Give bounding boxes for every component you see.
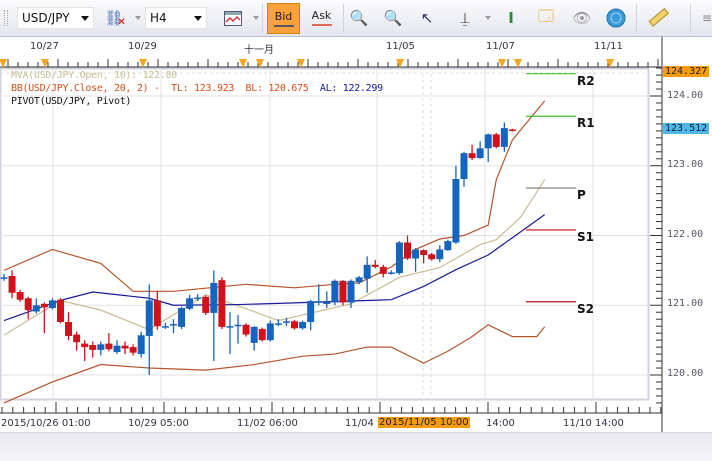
candle-body bbox=[428, 254, 436, 260]
candle-body bbox=[32, 305, 40, 312]
candle-body bbox=[73, 334, 81, 343]
candle-body bbox=[242, 324, 250, 335]
x-tick-label: 2015/10/26 01:00 bbox=[1, 418, 91, 429]
top-axis-label: 十一月 bbox=[244, 45, 274, 56]
candle-body bbox=[218, 280, 226, 327]
candle-body bbox=[387, 272, 395, 274]
x-tick-label: 11/10 14:00 bbox=[563, 418, 624, 429]
candle-body bbox=[395, 242, 403, 274]
candle-body bbox=[8, 275, 16, 293]
candle-body bbox=[161, 326, 169, 328]
top-axis-label: 11/07 bbox=[486, 41, 515, 52]
candle-body bbox=[508, 129, 516, 131]
candle-body bbox=[266, 323, 274, 341]
candle-body bbox=[452, 179, 460, 243]
top-axis-label: 10/27 bbox=[30, 41, 59, 52]
y-tick-label: 120.00 bbox=[667, 368, 704, 379]
candle-body bbox=[16, 291, 24, 300]
y-tick-label: 123.00 bbox=[667, 159, 704, 170]
status-bar bbox=[0, 432, 712, 461]
candle-body bbox=[347, 280, 355, 303]
pivot-label-p: P bbox=[577, 188, 586, 202]
candle-body bbox=[339, 280, 347, 303]
bb-legend: BB(USD/JPY.Close, 20, 2) - TL: 123.923 B… bbox=[11, 83, 383, 94]
candle-body bbox=[226, 326, 234, 328]
candle-body bbox=[65, 321, 73, 336]
candle-body bbox=[315, 301, 323, 303]
candle-body bbox=[129, 347, 137, 353]
candle-body bbox=[436, 249, 444, 260]
x-tick-label: 11/02 06:00 bbox=[237, 418, 298, 429]
high-price-marker: 124.327 bbox=[663, 66, 710, 77]
candle-body bbox=[420, 250, 428, 256]
candle-body bbox=[81, 343, 89, 348]
candle-body bbox=[468, 153, 476, 159]
candle-body bbox=[250, 326, 258, 343]
candle-body bbox=[97, 344, 105, 350]
pivot-label-r1: R1 bbox=[577, 116, 595, 130]
candle-body bbox=[444, 241, 452, 251]
candle-body bbox=[137, 335, 145, 355]
candle-body bbox=[113, 345, 121, 352]
current-price-marker: 123.512 bbox=[663, 123, 710, 134]
candle-body bbox=[210, 282, 218, 313]
candle-body bbox=[379, 266, 387, 274]
mva-legend: MVA(USD/JPY.Open, 10): 122.80 bbox=[11, 70, 177, 81]
candle-body bbox=[0, 277, 8, 279]
candle-body bbox=[355, 277, 363, 283]
candle-body bbox=[274, 323, 282, 325]
pivot-label-s2: S2 bbox=[577, 302, 594, 316]
candle-body bbox=[48, 300, 56, 309]
y-tick-label: 121.00 bbox=[667, 298, 704, 309]
top-axis-label: 10/29 bbox=[128, 41, 157, 52]
x-tick-label: 11/04 bbox=[345, 418, 374, 429]
x-tick-label: 10/29 05:00 bbox=[128, 418, 189, 429]
candle-body bbox=[121, 345, 129, 349]
candle-body bbox=[371, 264, 379, 267]
y-tick-label: 122.00 bbox=[667, 229, 704, 240]
candle-body bbox=[89, 345, 97, 350]
candle-body bbox=[169, 324, 177, 326]
candle-body bbox=[291, 321, 299, 329]
candle-body bbox=[194, 297, 202, 300]
y-tick-label: 124.00 bbox=[667, 90, 704, 101]
x-tick-label: 14:00 bbox=[486, 418, 515, 429]
candle-body bbox=[323, 302, 331, 304]
candle-body bbox=[282, 321, 290, 323]
bb-average-value: AL: 122.299 bbox=[319, 83, 383, 94]
candle-body bbox=[363, 264, 371, 279]
candle-body bbox=[307, 301, 315, 322]
candle-body bbox=[40, 303, 48, 308]
candle-body bbox=[476, 148, 484, 159]
candle-body bbox=[24, 298, 32, 311]
candle-body bbox=[56, 299, 64, 322]
bb-legend-text: BB(USD/JPY.Close, 20, 2) - TL: 123.923 B… bbox=[11, 83, 309, 94]
candle-body bbox=[258, 328, 266, 341]
candle-body bbox=[331, 280, 339, 303]
candle-body bbox=[500, 128, 508, 147]
candle-body bbox=[460, 153, 468, 180]
pivot-label-s1: S1 bbox=[577, 230, 594, 244]
candle-body bbox=[105, 343, 113, 350]
candle-body bbox=[153, 300, 161, 327]
candle-body bbox=[234, 324, 242, 327]
crosshair-time-label: 2015/11/05 10:00 bbox=[378, 417, 470, 428]
candle-body bbox=[484, 134, 492, 149]
pivot-legend: PIVOT(USD/JPY, Pivot) bbox=[11, 96, 132, 107]
top-axis-label: 11/05 bbox=[386, 41, 415, 52]
candle-body bbox=[202, 296, 210, 313]
pivot-label-r2: R2 bbox=[577, 74, 595, 88]
candle-body bbox=[412, 249, 420, 259]
candle-body bbox=[178, 308, 186, 327]
candle-body bbox=[299, 321, 307, 329]
candle-body bbox=[145, 300, 153, 336]
chart-canvas[interactable] bbox=[0, 0, 712, 432]
candle-body bbox=[404, 242, 411, 259]
top-axis-label: 11/11 bbox=[594, 41, 623, 52]
candle-body bbox=[492, 134, 500, 147]
candle-body bbox=[186, 298, 194, 309]
